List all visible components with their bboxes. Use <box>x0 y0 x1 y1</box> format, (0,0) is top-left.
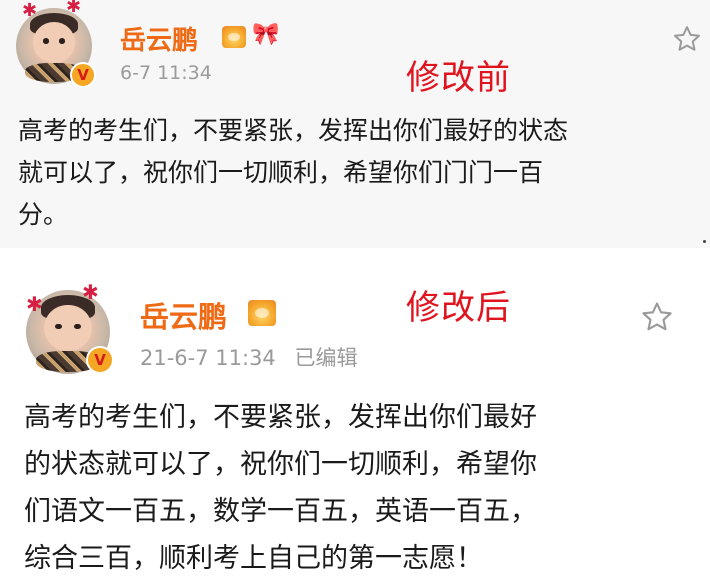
stamp-label: 修改前 <box>406 58 511 98</box>
avatar-eye <box>42 38 49 44</box>
avatar-face <box>44 305 92 352</box>
post-card-after: ✱ ✱ V 岳云鹏 21-6-7 11:34 已编辑 修改后 高考的考生们，不要… <box>0 266 710 577</box>
crown-badge-icon <box>248 300 276 326</box>
edited-label[interactable]: 已编辑 <box>294 346 357 370</box>
post-text-line: 综合三百，顺利考上自己的第一志愿！ <box>24 543 483 574</box>
post-text: 高考的考生们，不要紧张，发挥出你们最好的状态 就可以了，祝你们一切顺利，希望你们… <box>18 110 698 236</box>
post-card-before: ✱ ✱ V 岳云鹏 🎀 6-7 11:34 修改前 高考的考生们，不要紧张，发挥… <box>0 0 710 248</box>
hair-bow-icon: ✱ <box>66 0 82 17</box>
verified-badge-icon: V <box>86 346 114 374</box>
birthday-badge-icon: 🎀 <box>252 22 280 47</box>
stamp-label: 修改后 <box>406 288 511 328</box>
hair-bow-icon: ✱ <box>26 292 43 316</box>
post-meta: 21-6-7 11:34 已编辑 <box>140 342 357 372</box>
post-text-line: 们语文一百五，数学一百五，英语一百五， <box>24 496 537 527</box>
verified-badge-icon: V <box>70 62 96 88</box>
timestamp[interactable]: 6-7 11:34 <box>120 62 212 84</box>
post-text-line: 分。 <box>18 200 69 229</box>
post-text-line: 高考的考生们，不要紧张，发挥出你们最好的状态 <box>18 116 569 145</box>
timestamp[interactable]: 21-6-7 11:34 <box>140 346 276 370</box>
crown-badge-icon <box>222 26 246 48</box>
hair-bow-icon: ✱ <box>22 0 38 21</box>
post-text-line: 的状态就可以了，祝你们一切顺利，希望你 <box>24 449 537 480</box>
hair-bow-icon: ✱ <box>82 280 99 304</box>
post-text-line: 就可以了，祝你们一切顺利，希望你们门门一百 <box>18 158 544 187</box>
username[interactable]: 岳云鹏 <box>140 294 227 336</box>
post-text-line: 高考的考生们，不要紧张，发挥出你们最好 <box>24 402 537 433</box>
post-meta: 6-7 11:34 <box>120 62 212 84</box>
avatar-eye <box>73 323 81 330</box>
avatar-face <box>32 21 76 64</box>
speck <box>703 240 706 243</box>
star-icon[interactable] <box>640 300 674 334</box>
username[interactable]: 岳云鹏 <box>120 20 198 57</box>
star-icon[interactable] <box>672 24 702 54</box>
post-text: 高考的考生们，不要紧张，发挥出你们最好 的状态就可以了，祝你们一切顺利，希望你 … <box>24 394 664 582</box>
